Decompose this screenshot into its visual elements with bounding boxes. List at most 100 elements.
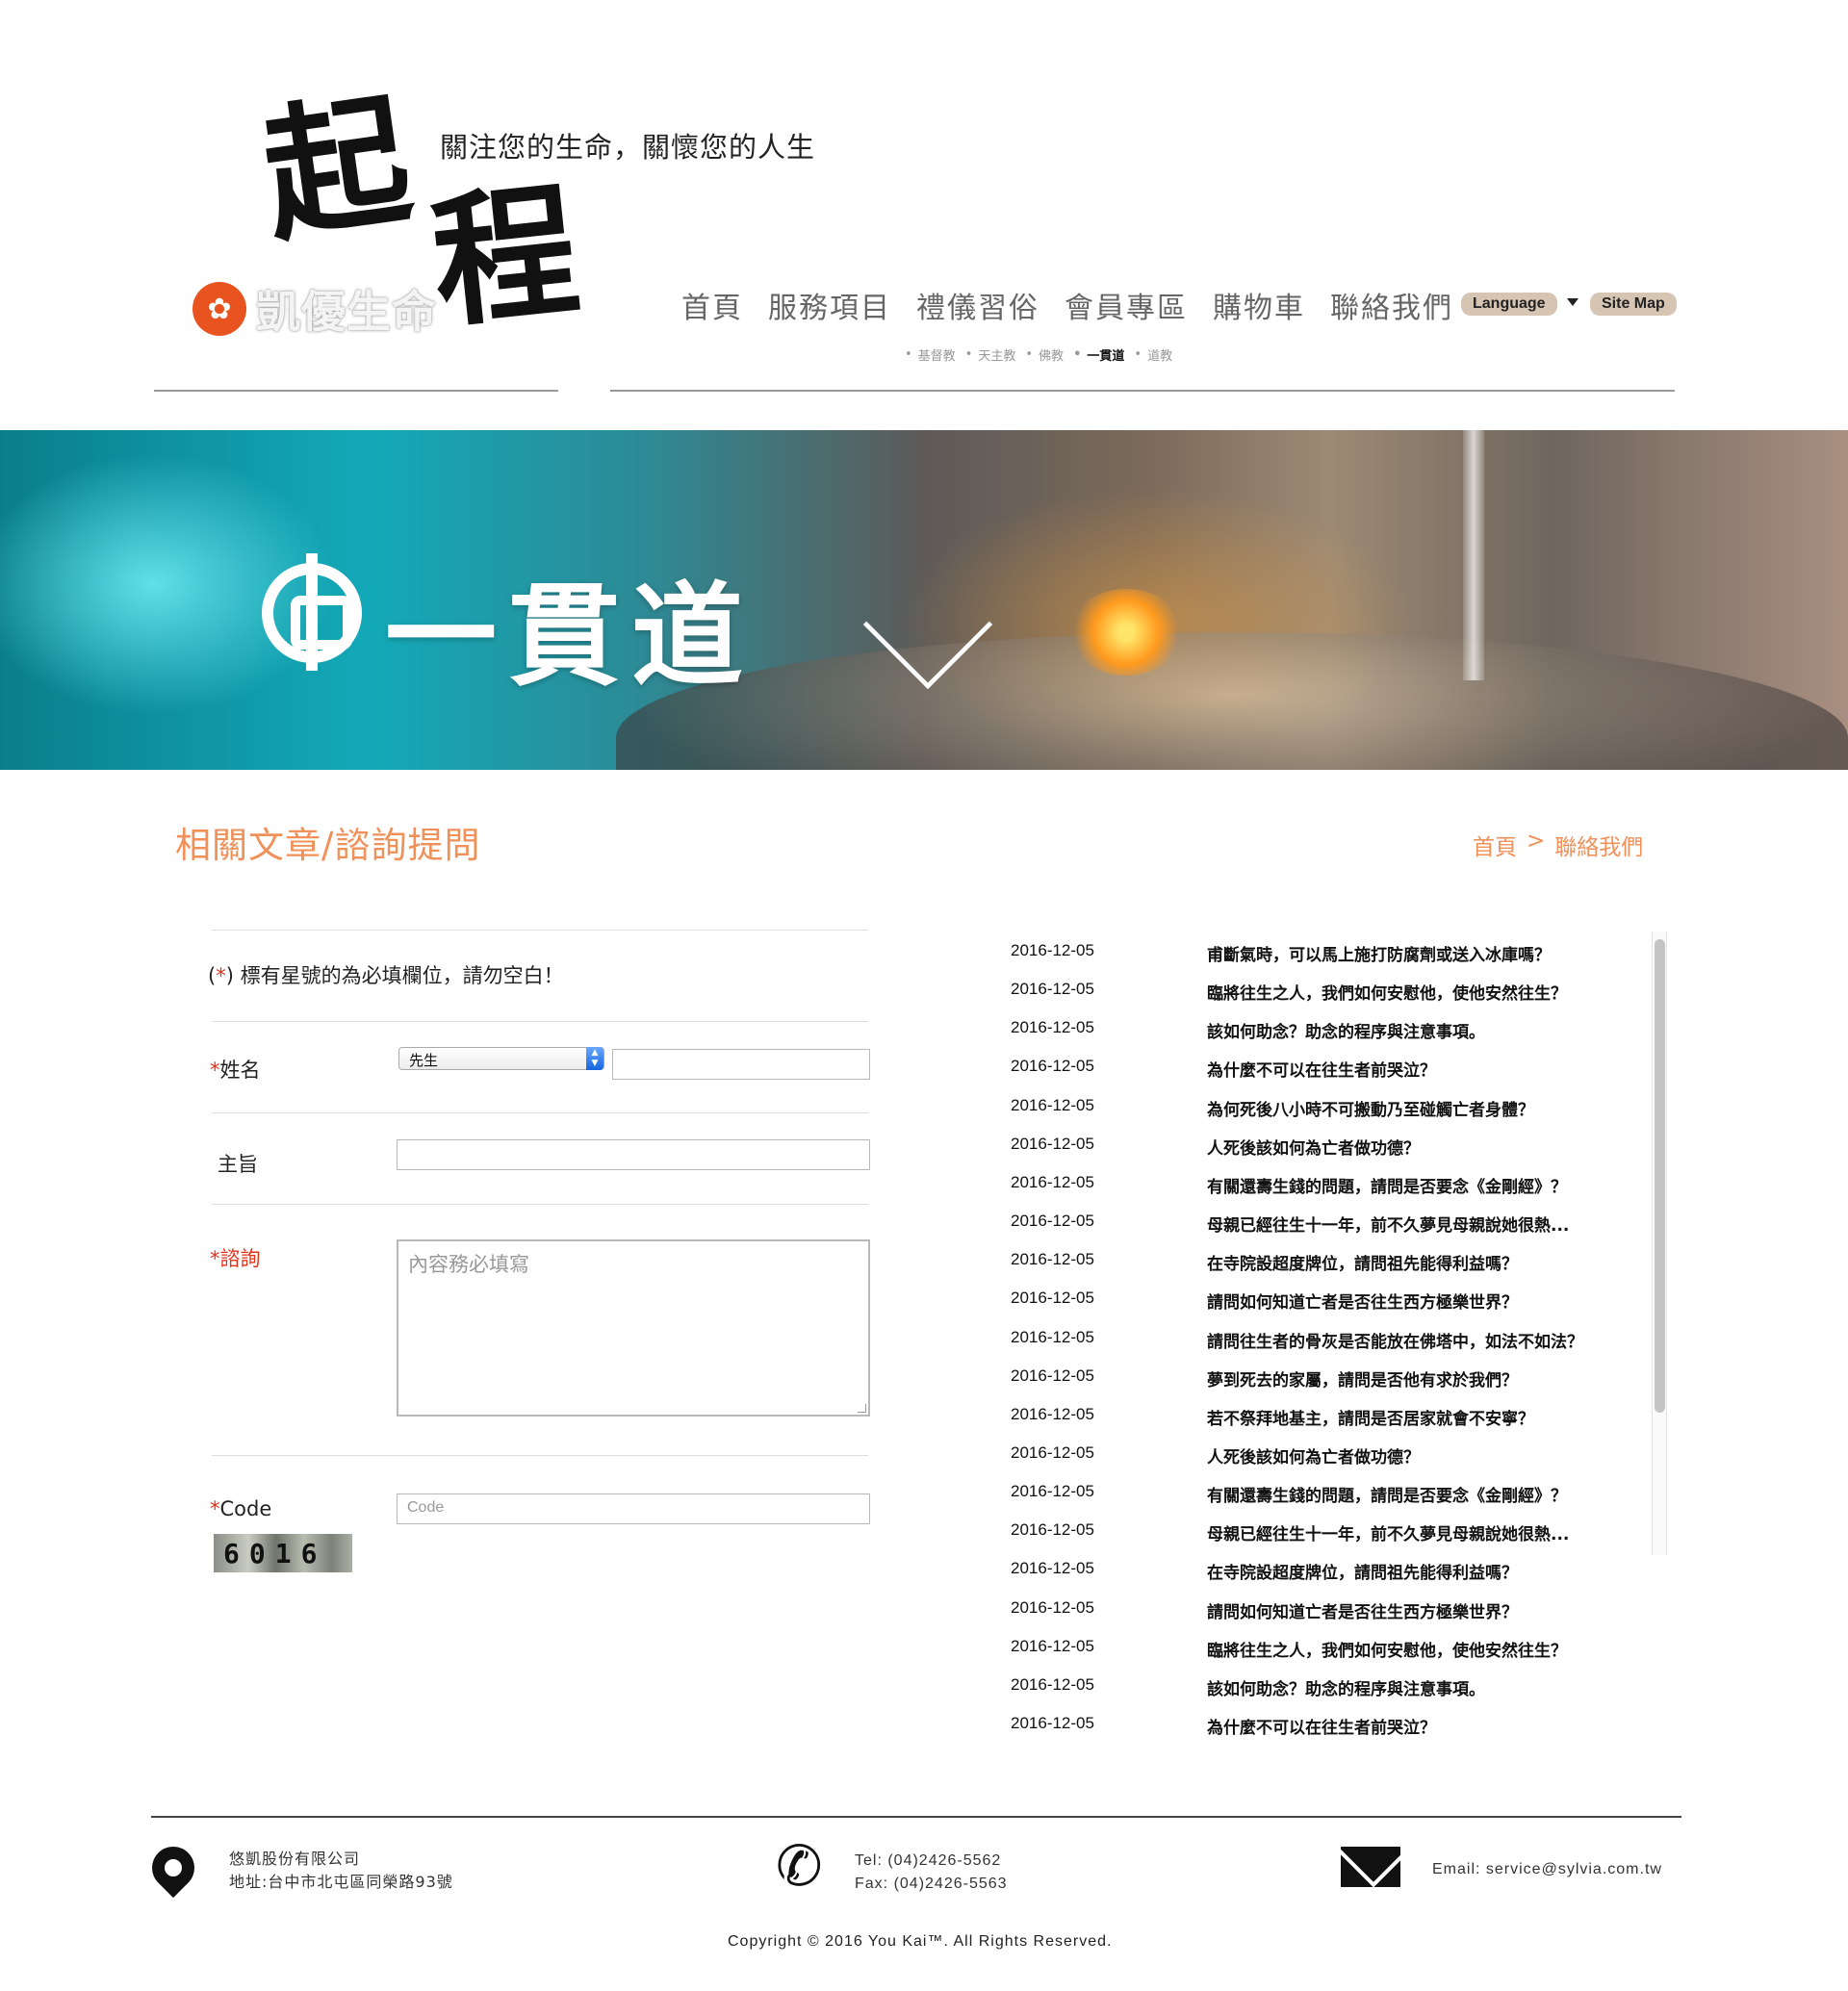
- article-title-link[interactable]: 人死後該如何為亡者做功德？: [1207, 1443, 1420, 1468]
- tagline: 關注您的生命，關懷您的人生: [440, 131, 816, 164]
- copyright: Copyright © 2016 You Kai™. All Rights Re…: [728, 1933, 1113, 1950]
- footer-email[interactable]: Email: service@sylvia.com.tw: [1432, 1858, 1662, 1881]
- article-title-link[interactable]: 在寺院設超度牌位，請問祖先能得利益嗎？: [1207, 1250, 1518, 1274]
- list-item[interactable]: 2016-12-05 請問如何知道亡者是否往生西方極樂世界？: [1011, 1598, 1518, 1622]
- footer-phone-block: Tel: (04)2426-5562 Fax: (04)2426-5563: [855, 1850, 1008, 1896]
- nav-item-home[interactable]: 首頁: [681, 284, 743, 326]
- list-item[interactable]: 2016-12-05 在寺院設超度牌位，請問祖先能得利益嗎？: [1011, 1559, 1518, 1583]
- sub-nav-item-yiguandao[interactable]: • 一貫道: [1073, 345, 1124, 364]
- breadcrumb-current[interactable]: 聯絡我們: [1554, 829, 1643, 861]
- nav-item-contact[interactable]: 聯絡我們: [1330, 284, 1453, 326]
- list-item[interactable]: 2016-12-05 有關還壽生錢的問題，請問是否要念《金剛經》？: [1011, 1482, 1567, 1506]
- language-button[interactable]: Language: [1461, 293, 1557, 316]
- article-title-link[interactable]: 為什麼不可以在往生者前哭泣？: [1207, 1714, 1436, 1738]
- captcha-image: 6016: [214, 1534, 352, 1572]
- article-title-link[interactable]: 該如何助念？助念的程序與注意事項。: [1207, 1018, 1485, 1042]
- code-label: *Code: [210, 1497, 272, 1520]
- article-title-link[interactable]: 人死後該如何為亡者做功德？: [1207, 1135, 1420, 1159]
- article-title-link[interactable]: 請問如何知道亡者是否往生西方極樂世界？: [1207, 1598, 1518, 1622]
- list-item[interactable]: 2016-12-05 有關還壽生錢的問題，請問是否要念《金剛經》？: [1011, 1173, 1567, 1197]
- article-title-link[interactable]: 在寺院設超度牌位，請問祖先能得利益嗎？: [1207, 1559, 1518, 1583]
- sub-nav-item-buddhist[interactable]: • 佛教: [1025, 345, 1064, 364]
- list-item[interactable]: 2016-12-05 臨將往生之人，我們如何安慰他，使他安然往生？: [1011, 980, 1567, 1004]
- sub-nav: • 基督教 • 天主教 • 佛教 • 一貫道 • 道教: [905, 345, 1172, 364]
- article-date: 2016-12-05: [1011, 1212, 1094, 1230]
- name-input[interactable]: [612, 1049, 870, 1080]
- article-title-link[interactable]: 請問如何知道亡者是否往生西方極樂世界？: [1207, 1289, 1518, 1313]
- article-title-link[interactable]: 甫斷氣時，可以馬上施打防腐劑或送入冰庫嗎？: [1207, 941, 1551, 965]
- phoenix-logo-icon: ✿: [192, 282, 246, 336]
- title-select[interactable]: 先生 ▲ ▼: [398, 1047, 604, 1070]
- list-item[interactable]: 2016-12-05 為何死後八小時不可搬動乃至碰觸亡者身體？: [1011, 1096, 1534, 1120]
- form-divider: [212, 1112, 868, 1113]
- list-item[interactable]: 2016-12-05 為什麼不可以在往生者前哭泣？: [1011, 1057, 1436, 1081]
- list-item[interactable]: 2016-12-05 臨將往生之人，我們如何安慰他，使他安然往生？: [1011, 1637, 1567, 1661]
- nav-item-services[interactable]: 服務項目: [768, 284, 891, 326]
- footer-tel: Tel: (04)2426-5562: [855, 1852, 1002, 1869]
- yiguandao-emblem-icon: [262, 553, 362, 671]
- subject-label: 主旨: [218, 1153, 258, 1176]
- list-item[interactable]: 2016-12-05 在寺院設超度牌位，請問祖先能得利益嗎？: [1011, 1250, 1518, 1274]
- article-title-link[interactable]: 母親已經往生十一年，前不久夢見母親說她很熱...: [1207, 1520, 1569, 1544]
- article-date: 2016-12-05: [1011, 1057, 1094, 1075]
- sitemap-button[interactable]: Site Map: [1590, 293, 1677, 316]
- footer-fax: Fax: (04)2426-5563: [855, 1876, 1008, 1892]
- article-title-link[interactable]: 為何死後八小時不可搬動乃至碰觸亡者身體？: [1207, 1096, 1534, 1120]
- footer-address-block: 悠凱股份有限公司 地址:台中市北屯區同榮路93號: [229, 1848, 453, 1894]
- article-date: 2016-12-05: [1011, 1328, 1094, 1346]
- article-title-link[interactable]: 若不祭拜地基主，請問是否居家就會不安寧？: [1207, 1405, 1534, 1429]
- list-item[interactable]: 2016-12-05 該如何助念？助念的程序與注意事項。: [1011, 1675, 1485, 1699]
- list-item[interactable]: 2016-12-05 夢到死去的家屬，請問是否他有求於我們？: [1011, 1366, 1518, 1391]
- header-divider-left: [154, 390, 558, 392]
- dropdown-caret-icon[interactable]: [1567, 298, 1578, 306]
- nav-item-members[interactable]: 會員專區: [1065, 284, 1188, 326]
- breadcrumb-home[interactable]: 首頁: [1473, 829, 1517, 861]
- list-item[interactable]: 2016-12-05 母親已經往生十一年，前不久夢見母親說她很熱...: [1011, 1212, 1569, 1236]
- article-title-link[interactable]: 臨將往生之人，我們如何安慰他，使他安然往生？: [1207, 980, 1567, 1004]
- list-item[interactable]: 2016-12-05 為什麼不可以在往生者前哭泣？: [1011, 1714, 1436, 1738]
- article-title-link[interactable]: 為什麼不可以在往生者前哭泣？: [1207, 1057, 1436, 1081]
- inquiry-textarea[interactable]: 內容務必填寫: [397, 1239, 870, 1417]
- article-title-link[interactable]: 有關還壽生錢的問題，請問是否要念《金剛經》？: [1207, 1173, 1567, 1197]
- list-item[interactable]: 2016-12-05 請問如何知道亡者是否往生西方極樂世界？: [1011, 1289, 1518, 1313]
- list-item[interactable]: 2016-12-05 人死後該如何為亡者做功德？: [1011, 1135, 1420, 1159]
- form-divider: [212, 1204, 868, 1205]
- list-item[interactable]: 2016-12-05 人死後該如何為亡者做功德？: [1011, 1443, 1420, 1468]
- footer-company: 悠凱股份有限公司: [229, 1850, 361, 1868]
- article-date: 2016-12-05: [1011, 1250, 1094, 1268]
- list-item[interactable]: 2016-12-05 甫斷氣時，可以馬上施打防腐劑或送入冰庫嗎？: [1011, 941, 1551, 965]
- article-date: 2016-12-05: [1011, 1366, 1094, 1385]
- banner-flame-image: [1068, 589, 1184, 676]
- sub-nav-item-christian[interactable]: • 基督教: [905, 345, 956, 364]
- code-input[interactable]: Code: [397, 1493, 870, 1524]
- phone-icon: ✆: [776, 1833, 823, 1899]
- article-title-link[interactable]: 母親已經往生十一年，前不久夢見母親說她很熱...: [1207, 1212, 1569, 1236]
- mail-icon: [1341, 1847, 1400, 1887]
- form-divider: [212, 1455, 868, 1456]
- sub-nav-item-taoist[interactable]: • 道教: [1134, 345, 1172, 364]
- scrollbar-thumb[interactable]: [1655, 939, 1665, 1413]
- banner-glass-image: [1463, 430, 1484, 680]
- article-title-link[interactable]: 臨將往生之人，我們如何安慰他，使他安然往生？: [1207, 1637, 1567, 1661]
- list-item[interactable]: 2016-12-05 若不祭拜地基主，請問是否居家就會不安寧？: [1011, 1405, 1534, 1429]
- list-item[interactable]: 2016-12-05 該如何助念？助念的程序與注意事項。: [1011, 1018, 1485, 1042]
- sub-nav-item-catholic[interactable]: • 天主教: [965, 345, 1016, 364]
- subject-input[interactable]: [397, 1139, 870, 1170]
- list-item[interactable]: 2016-12-05 母親已經往生十一年，前不久夢見母親說她很熱...: [1011, 1520, 1569, 1544]
- article-date: 2016-12-05: [1011, 1018, 1094, 1036]
- article-title-link[interactable]: 夢到死去的家屬，請問是否他有求於我們？: [1207, 1366, 1518, 1391]
- list-item[interactable]: 2016-12-05 請問往生者的骨灰是否能放在佛塔中，如法不如法？: [1011, 1328, 1583, 1352]
- nav-item-cart[interactable]: 購物車: [1213, 284, 1305, 326]
- header-divider-right: [610, 390, 1675, 392]
- main-nav: 首頁 服務項目 禮儀習俗 會員專區 購物車 聯絡我們: [681, 284, 1453, 326]
- article-list-scrollbar[interactable]: [1652, 932, 1667, 1555]
- article-date: 2016-12-05: [1011, 1637, 1094, 1655]
- article-title-link[interactable]: 請問往生者的骨灰是否能放在佛塔中，如法不如法？: [1207, 1328, 1583, 1352]
- article-title-link[interactable]: 該如何助念？助念的程序與注意事項。: [1207, 1675, 1485, 1699]
- article-title-link[interactable]: 有關還壽生錢的問題，請問是否要念《金剛經》？: [1207, 1482, 1567, 1506]
- select-arrows-icon: ▲ ▼: [586, 1047, 603, 1070]
- article-date: 2016-12-05: [1011, 1482, 1094, 1500]
- nav-item-etiquette[interactable]: 禮儀習俗: [916, 284, 1040, 326]
- banner-title: 一貫道: [385, 571, 755, 702]
- article-date: 2016-12-05: [1011, 1559, 1094, 1577]
